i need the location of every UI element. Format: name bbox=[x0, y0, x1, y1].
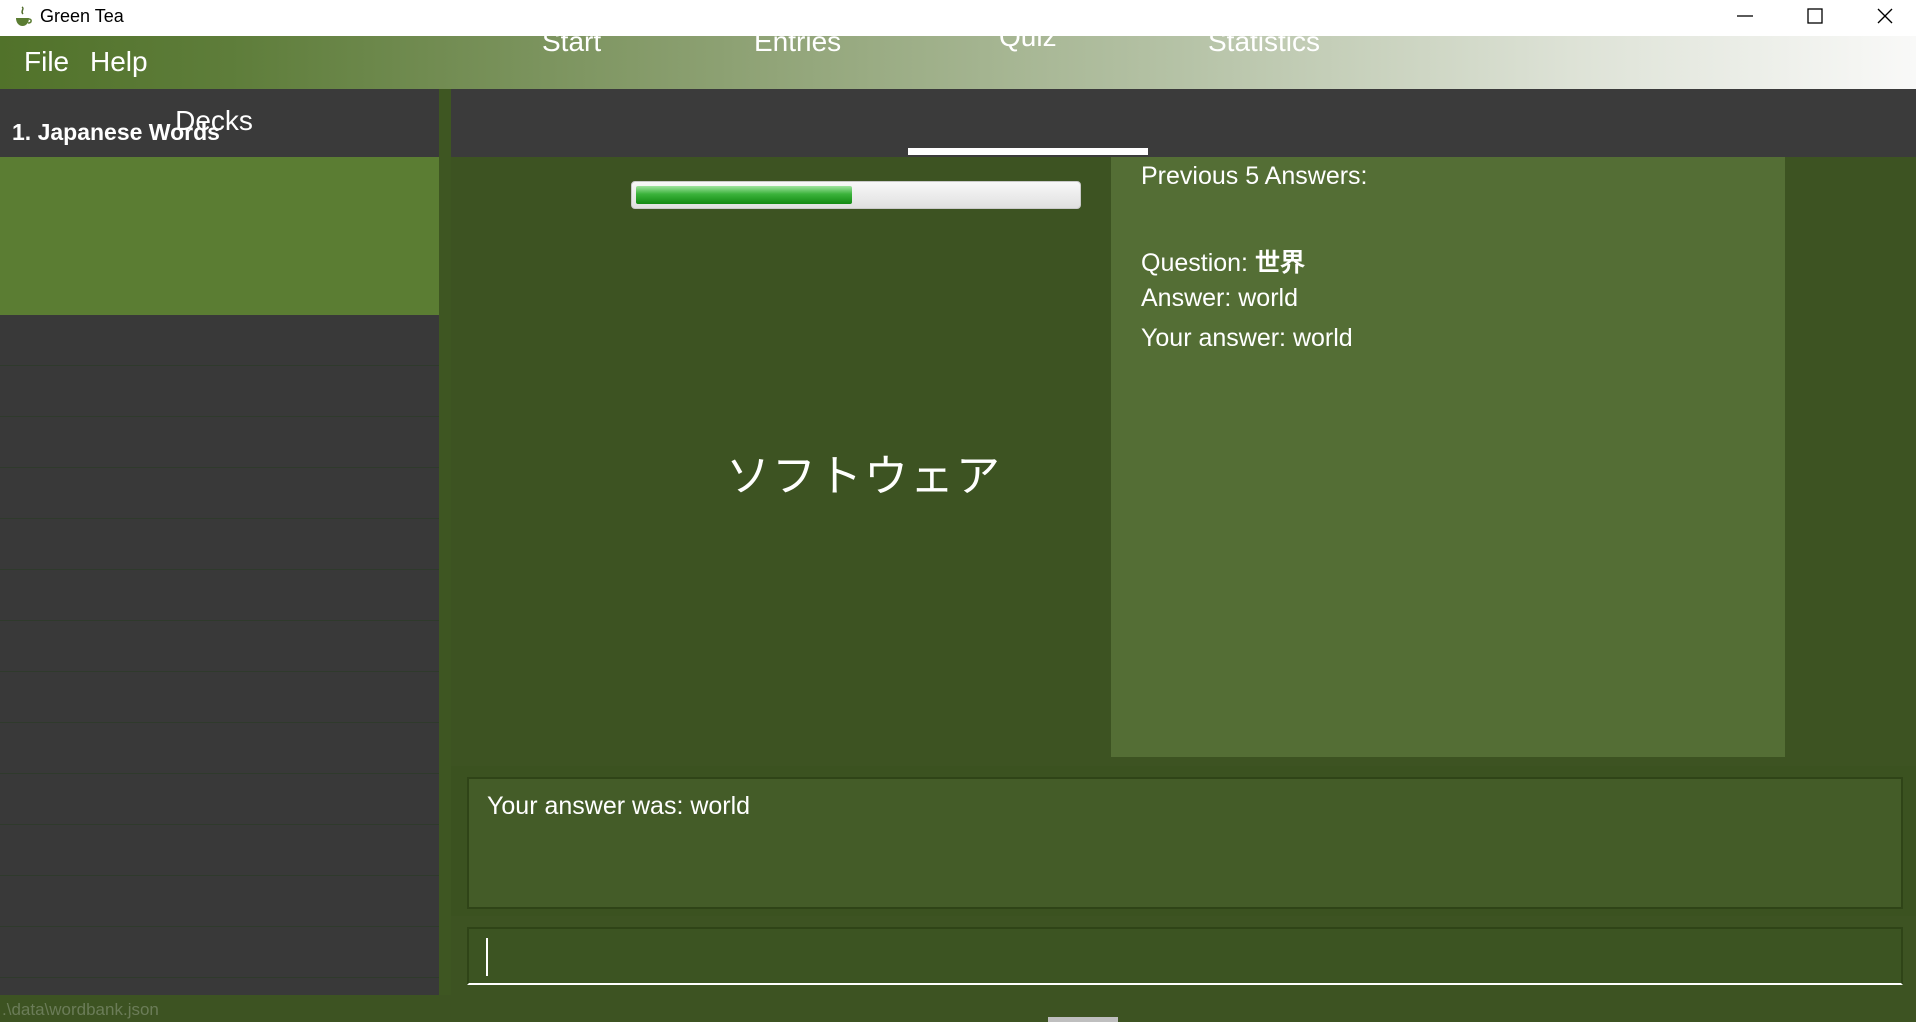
maximize-button[interactable] bbox=[1781, 0, 1851, 30]
menu-bar: File Help bbox=[0, 36, 1916, 89]
previous-your-answer: Your answer: world bbox=[1141, 324, 1353, 352]
window-title: Green Tea bbox=[40, 6, 124, 26]
close-icon bbox=[1877, 8, 1893, 24]
menu-help[interactable]: Help bbox=[90, 46, 148, 78]
previous-answer: Answer: world bbox=[1141, 284, 1298, 312]
command-input[interactable] bbox=[467, 927, 1903, 985]
resize-grip[interactable] bbox=[1048, 1017, 1118, 1022]
tab-bar bbox=[451, 89, 1916, 157]
previous-question-label: Question: bbox=[1141, 249, 1255, 277]
minimize-button[interactable] bbox=[1711, 0, 1781, 30]
quiz-question: ソフトウェア bbox=[726, 451, 1002, 502]
deck-item-japanese-words[interactable] bbox=[0, 157, 439, 315]
status-bar bbox=[0, 995, 1916, 1022]
text-caret bbox=[486, 938, 488, 976]
active-tab-indicator bbox=[908, 148, 1148, 155]
tab-quiz[interactable]: Quiz bbox=[999, 21, 1057, 53]
tab-start[interactable]: Start bbox=[542, 26, 601, 58]
menu-file[interactable]: File bbox=[24, 46, 69, 78]
maximize-icon bbox=[1807, 8, 1823, 24]
status-file-path: .\data\wordbank.json bbox=[2, 1000, 159, 1019]
deck-sidebar: Decks bbox=[0, 89, 439, 995]
tab-entries[interactable]: Entries bbox=[754, 26, 841, 58]
result-text: Your answer was: world bbox=[487, 792, 751, 820]
quiz-progress-fill bbox=[636, 186, 852, 204]
previous-question: Question: 世界 bbox=[1141, 243, 1305, 279]
sidebar-divider[interactable] bbox=[439, 89, 451, 995]
tab-statistics[interactable]: Statistics bbox=[1208, 26, 1320, 58]
quiz-progress-bar bbox=[631, 181, 1081, 209]
tea-cup-icon bbox=[16, 6, 32, 26]
title-bar: Green Tea bbox=[0, 0, 1916, 36]
close-button[interactable] bbox=[1851, 0, 1916, 30]
deck-list-empty-rows bbox=[0, 315, 439, 995]
previous-answers-title: Previous 5 Answers: bbox=[1141, 162, 1368, 190]
deck-item-label[interactable]: 1. Japanese Words bbox=[12, 119, 220, 146]
minimize-icon bbox=[1737, 15, 1753, 17]
previous-question-value: 世界 bbox=[1254, 248, 1305, 277]
